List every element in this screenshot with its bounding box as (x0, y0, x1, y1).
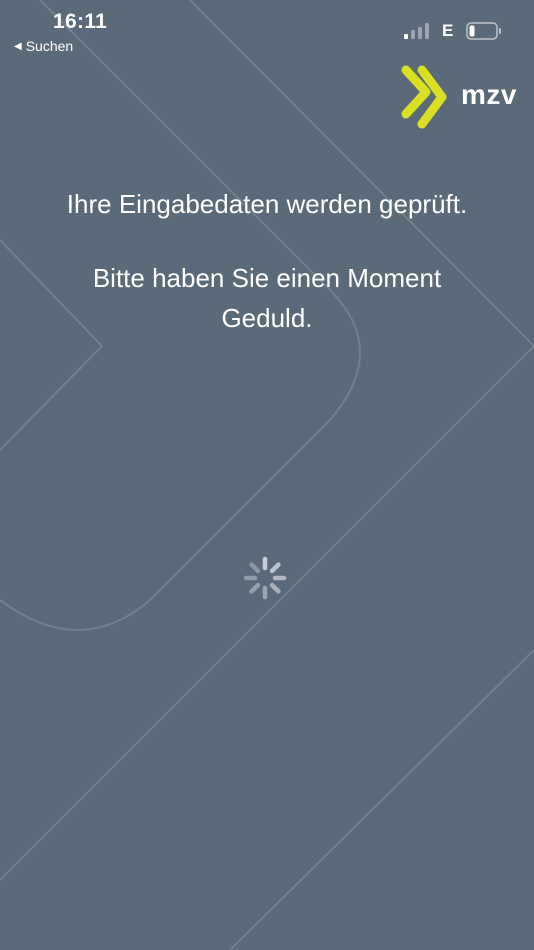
status-message: Ihre Eingabedaten werden geprüft. (66, 189, 468, 219)
battery-icon (466, 22, 501, 40)
background-pattern (0, 0, 534, 950)
brand-logo-text: mzv (461, 79, 517, 110)
wait-message: Bitte haben Sie einen Moment Geduld. (92, 263, 442, 333)
network-type: E (442, 21, 454, 40)
loading-spinner-icon (243, 556, 287, 600)
clock: 16:11 (53, 10, 108, 33)
status-bar: 16:11 ◀ Suchen E (0, 0, 534, 60)
back-arrow-icon: ◀ (14, 40, 22, 52)
back-to-search-link[interactable]: ◀ Suchen (14, 38, 73, 54)
cellular-signal-icon (404, 23, 429, 39)
back-link-label: Suchen (25, 38, 74, 54)
